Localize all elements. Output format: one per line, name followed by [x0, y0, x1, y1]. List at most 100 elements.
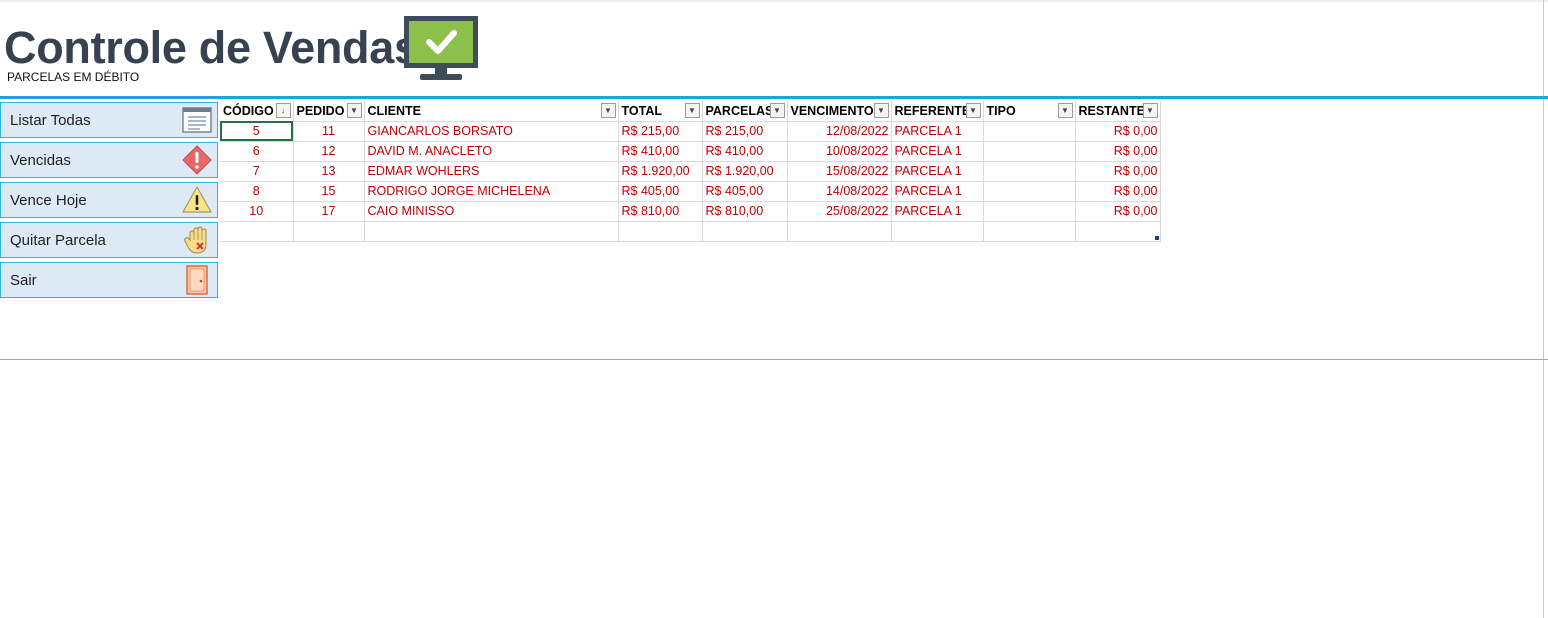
vence-hoje-button[interactable]: Vence Hoje — [0, 182, 218, 218]
cell-total[interactable]: R$ 810,00 — [618, 201, 703, 222]
cell-total[interactable]: R$ 405,00 — [618, 181, 703, 202]
alert-diamond-icon — [182, 145, 212, 175]
sair-label: Sair — [10, 271, 37, 289]
page-subtitle: PARCELAS EM DÉBITO — [7, 70, 140, 84]
cell-vencimento[interactable]: 15/08/2022 — [787, 161, 892, 182]
cell-vencimento[interactable]: 12/08/2022 — [787, 121, 892, 142]
right-border — [1543, 0, 1544, 618]
cell-parcelas[interactable] — [702, 221, 788, 242]
cell-vencimento[interactable] — [787, 221, 892, 242]
cell-total[interactable]: R$ 410,00 — [618, 141, 703, 162]
cell-codigo[interactable]: 6 — [220, 141, 294, 162]
cell-cliente[interactable] — [364, 221, 619, 242]
filter-dropdown-icon[interactable]: ▼ — [965, 103, 981, 118]
col-header-label: TIPO — [986, 103, 1016, 118]
cell-restante[interactable]: R$ 0,00 — [1075, 141, 1161, 162]
table-resize-handle[interactable] — [1155, 236, 1159, 240]
cell-codigo[interactable] — [220, 221, 294, 242]
table-row[interactable]: 7 13 EDMAR WOHLERS R$ 1.920,00 R$ 1.920,… — [220, 161, 1161, 182]
cell-parcelas[interactable]: R$ 215,00 — [702, 121, 788, 142]
cell-codigo[interactable]: 10 — [220, 201, 294, 222]
cell-restante[interactable]: R$ 0,00 — [1075, 181, 1161, 202]
cell-total[interactable] — [618, 221, 703, 242]
cell-tipo[interactable] — [983, 201, 1076, 222]
table-row[interactable]: 6 12 DAVID M. ANACLETO R$ 410,00 R$ 410,… — [220, 141, 1161, 162]
col-header-referente[interactable]: REFERENTE ▼ — [891, 101, 984, 122]
cell-total[interactable]: R$ 1.920,00 — [618, 161, 703, 182]
cell-tipo[interactable] — [983, 221, 1076, 242]
table-row[interactable]: 10 17 CAIO MINISSO R$ 810,00 R$ 810,00 2… — [220, 201, 1161, 222]
col-header-vencimento[interactable]: VENCIMENTO ▼ — [787, 101, 892, 122]
cell-parcelas[interactable]: R$ 405,00 — [702, 181, 788, 202]
cell-cliente[interactable]: RODRIGO JORGE MICHELENA — [364, 181, 619, 202]
cell-restante[interactable]: R$ 0,00 — [1075, 121, 1161, 142]
filter-dropdown-icon[interactable]: ▼ — [600, 103, 616, 118]
col-header-parcelas[interactable]: PARCELAS ▼ — [702, 101, 788, 122]
listar-todas-button[interactable]: Listar Todas — [0, 102, 218, 138]
col-header-codigo[interactable]: CÓDIGO ↓ — [220, 101, 294, 122]
cell-referente[interactable] — [891, 221, 984, 242]
cell-codigo[interactable]: 5 — [220, 121, 294, 142]
col-header-tipo[interactable]: TIPO ▼ — [983, 101, 1076, 122]
cell-parcelas[interactable]: R$ 410,00 — [702, 141, 788, 162]
sort-filter-icon[interactable]: ↓ — [275, 103, 291, 118]
col-header-restante[interactable]: RESTANTE ▼ — [1075, 101, 1161, 122]
cell-parcelas[interactable]: R$ 1.920,00 — [702, 161, 788, 182]
cell-tipo[interactable] — [983, 161, 1076, 182]
filter-dropdown-icon[interactable]: ▼ — [684, 103, 700, 118]
cell-referente[interactable]: PARCELA 1 — [891, 121, 984, 142]
cell-cliente[interactable]: CAIO MINISSO — [364, 201, 619, 222]
cell-referente[interactable]: PARCELA 1 — [891, 201, 984, 222]
cell-cliente[interactable]: EDMAR WOHLERS — [364, 161, 619, 182]
cell-restante[interactable] — [1075, 221, 1161, 242]
installments-table: CÓDIGO ↓ PEDIDO ▼ CLIENTE ▼ TOTAL ▼ PARCELAS… — [220, 101, 1161, 242]
cell-referente[interactable]: PARCELA 1 — [891, 181, 984, 202]
door-exit-icon — [186, 265, 208, 295]
cell-vencimento[interactable]: 14/08/2022 — [787, 181, 892, 202]
cell-pedido[interactable]: 15 — [293, 181, 365, 202]
filter-dropdown-icon[interactable]: ▼ — [1142, 103, 1158, 118]
filter-dropdown-icon[interactable]: ▼ — [346, 103, 362, 118]
cell-pedido[interactable]: 11 — [293, 121, 365, 142]
col-header-label: VENCIMENTO — [790, 103, 874, 118]
quitar-parcela-button[interactable]: Quitar Parcela — [0, 222, 218, 258]
cell-total[interactable]: R$ 215,00 — [618, 121, 703, 142]
col-header-label: CÓDIGO — [223, 103, 274, 118]
listar-todas-label: Listar Todas — [10, 111, 91, 129]
table-row[interactable]: 5 11 GIANCARLOS BORSATO R$ 215,00 R$ 215… — [220, 121, 1161, 142]
cell-parcelas[interactable]: R$ 810,00 — [702, 201, 788, 222]
cell-codigo[interactable]: 8 — [220, 181, 294, 202]
col-header-label: RESTANTE — [1078, 103, 1145, 118]
cell-vencimento[interactable]: 10/08/2022 — [787, 141, 892, 162]
cell-pedido[interactable]: 17 — [293, 201, 365, 222]
col-header-pedido[interactable]: PEDIDO ▼ — [293, 101, 365, 122]
col-header-label: PEDIDO — [296, 103, 345, 118]
vencidas-label: Vencidas — [10, 151, 71, 169]
filter-dropdown-icon[interactable]: ▼ — [769, 103, 785, 118]
cell-vencimento[interactable]: 25/08/2022 — [787, 201, 892, 222]
cell-cliente[interactable]: DAVID M. ANACLETO — [364, 141, 619, 162]
cell-cliente[interactable]: GIANCARLOS BORSATO — [364, 121, 619, 142]
filter-dropdown-icon[interactable]: ▼ — [873, 103, 889, 118]
col-header-total[interactable]: TOTAL ▼ — [618, 101, 703, 122]
table-row-empty[interactable] — [220, 221, 1161, 242]
header-divider — [0, 96, 1548, 99]
cell-restante[interactable]: R$ 0,00 — [1075, 201, 1161, 222]
cell-tipo[interactable] — [983, 121, 1076, 142]
cell-pedido[interactable] — [293, 221, 365, 242]
warning-triangle-icon — [182, 186, 212, 213]
col-header-cliente[interactable]: CLIENTE ▼ — [364, 101, 619, 122]
sair-button[interactable]: Sair — [0, 262, 218, 298]
filter-dropdown-icon[interactable]: ▼ — [1057, 103, 1073, 118]
cell-pedido[interactable]: 13 — [293, 161, 365, 182]
monitor-check-icon — [404, 16, 478, 80]
cell-pedido[interactable]: 12 — [293, 141, 365, 162]
cell-restante[interactable]: R$ 0,00 — [1075, 161, 1161, 182]
cell-tipo[interactable] — [983, 181, 1076, 202]
vencidas-button[interactable]: Vencidas — [0, 142, 218, 178]
cell-tipo[interactable] — [983, 141, 1076, 162]
cell-referente[interactable]: PARCELA 1 — [891, 161, 984, 182]
cell-referente[interactable]: PARCELA 1 — [891, 141, 984, 162]
cell-codigo[interactable]: 7 — [220, 161, 294, 182]
table-row[interactable]: 8 15 RODRIGO JORGE MICHELENA R$ 405,00 R… — [220, 181, 1161, 202]
